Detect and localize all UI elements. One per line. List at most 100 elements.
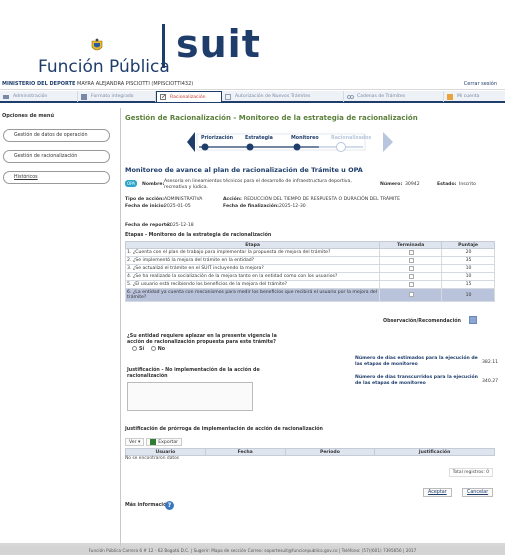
excel-icon <box>150 439 157 445</box>
etapa-cell: 3. ¿Se actualizó el trámite en el SUIT i… <box>124 264 381 273</box>
logo-text: Función Pública <box>38 57 170 77</box>
user-icon <box>447 93 453 100</box>
etapa-cell: 6. ¿La entidad ya cuenta con mecanismos … <box>124 288 381 302</box>
entity-info: MINISTERIO DEL DEPORTE MAYRA ALEJANDRA P… <box>2 81 193 87</box>
progress-steps: Priorización Estrategia Monitoreo Racion… <box>187 130 407 154</box>
prorroga-title: Justificación de prórroga de implementac… <box>125 427 323 432</box>
page: Función Pública suit MINISTERIO DEL DEPO… <box>0 0 505 555</box>
info-icon[interactable]: ? <box>165 501 174 510</box>
column-header: Terminada <box>379 241 443 249</box>
chain-icon <box>347 94 354 99</box>
column-header[interactable]: Justificación <box>374 448 495 456</box>
puntaje-cell: 20 <box>441 248 495 257</box>
suit-logo: suit <box>176 22 261 66</box>
tab-mi-cuenta[interactable]: Mi cuenta <box>444 91 505 102</box>
table-row-selected[interactable]: 6. ¿La entidad ya cuenta con mecanismos … <box>124 288 495 302</box>
ver-dropdown[interactable]: Ver ▾ <box>125 438 145 446</box>
column-header[interactable]: Periodo <box>284 448 376 456</box>
tab-administracion[interactable]: Administración <box>0 91 78 102</box>
terminada-checkbox[interactable] <box>408 265 414 271</box>
step-estrategia: Estrategia <box>245 136 273 141</box>
sidebar-item-datos-operacion[interactable]: Gestión de datos de operación <box>3 129 110 142</box>
puntaje-cell: 10 <box>441 272 495 281</box>
table-row[interactable]: 1. ¿Cuenta con el plan de trabajo para i… <box>124 248 495 257</box>
nombre-value: Asesoría en lineamientos técnicos para e… <box>164 179 352 190</box>
main-tabs: Administración Formato integrado Raciona… <box>0 91 505 103</box>
tab-label: Mi cuenta <box>457 94 480 99</box>
aceptar-button[interactable]: Aceptar <box>423 488 452 497</box>
fecha-reporte-label: Fecha de reporte: <box>125 223 172 228</box>
type-badge: OPA <box>125 180 137 187</box>
step-racionalizados: Racionalizados <box>331 136 372 141</box>
terminada-cell <box>379 256 443 265</box>
sidebar-item-racionalizacion[interactable]: Gestión de racionalización <box>3 150 110 163</box>
terminada-checkbox[interactable] <box>408 292 414 297</box>
column-header: Etapa <box>124 241 381 249</box>
edit-icon <box>160 94 166 100</box>
table-row[interactable]: 4. ¿Se ha realizado la socialización de … <box>124 272 495 281</box>
tab-label: Autorización de Nuevos Trámites <box>235 94 311 99</box>
doc-icon <box>225 93 231 100</box>
table-row[interactable]: 5. ¿El usuario está recibiendo los benef… <box>124 280 495 289</box>
etapa-cell: 4. ¿Se ha realizado la socialización de … <box>124 272 381 281</box>
terminada-checkbox[interactable] <box>408 249 414 255</box>
tab-formato-integrado[interactable]: Formato integrado <box>78 91 156 102</box>
step-priorizacion: Priorización <box>201 136 234 141</box>
grid-icon <box>81 93 87 100</box>
sidebar-title: Opciones de menú <box>2 113 55 119</box>
empty-message: No se encontraron datos <box>125 456 180 461</box>
accion-value: REDUCCIÓN DEL TIEMPO DE RESPUESTA O DURA… <box>244 197 401 202</box>
terminada-checkbox[interactable] <box>408 281 414 287</box>
puntaje-cell: 10 <box>441 288 495 302</box>
column-header: Puntaje <box>441 241 495 249</box>
fecha-fin-value: 2025-12-30 <box>279 204 306 209</box>
table-header-row: Etapa Terminada Puntaje <box>124 241 495 249</box>
terminada-cell <box>379 264 443 273</box>
terminada-cell <box>379 280 443 289</box>
justificacion-textarea[interactable] <box>127 382 253 411</box>
tipo-accion-label: Tipo de acción: <box>125 197 165 202</box>
no-radio[interactable] <box>150 346 156 351</box>
tab-autorizacion[interactable]: Autorización de Nuevos Trámites <box>222 91 344 102</box>
total-records: Total registros: 0 <box>448 468 493 477</box>
logout-link[interactable]: Cerrar sesión <box>464 81 497 87</box>
column-header[interactable]: Usuario <box>125 448 206 456</box>
si-radio[interactable] <box>132 346 137 351</box>
nombre-label: Nombre: <box>142 182 165 187</box>
aplazar-question: ¿Su entidad requiere aplazar en la prese… <box>127 334 277 353</box>
puntaje-cell: 35 <box>441 256 495 265</box>
funcion-publica-logo: Función Pública <box>38 38 170 78</box>
table-row[interactable]: 2. ¿Se implementó la mejora del trámite … <box>124 256 495 265</box>
numero-label: Número: <box>380 182 403 187</box>
tab-label: Administración <box>13 94 48 99</box>
exportar-label: Exportar <box>158 439 179 445</box>
page-title: Gestión de Racionalización - Monitoreo d… <box>125 114 418 122</box>
tipo-accion-value: ADMINISTRATIVA <box>164 197 203 202</box>
table-header-row: Usuario Fecha Periodo Justificación <box>125 448 495 456</box>
numero-value: 30942 <box>405 182 420 187</box>
tab-label: Racionalización <box>170 94 206 100</box>
tab-racionalizacion[interactable]: Racionalización <box>156 91 222 102</box>
etapas-table: Etapa Terminada Puntaje 1. ¿Cuenta con e… <box>124 241 495 302</box>
column-header[interactable]: Fecha <box>204 448 286 456</box>
table-row[interactable]: 3. ¿Se actualizó el trámite en el SUIT i… <box>124 264 495 273</box>
terminada-cell <box>379 248 443 257</box>
dias-transcurridos-value: 340.27 <box>482 379 499 384</box>
tab-cadenas[interactable]: Cadenas de Trámites <box>344 91 444 102</box>
estado-value: Inscrito <box>459 182 476 187</box>
observacion-label: Observación/Recomendación <box>383 319 461 324</box>
etapa-cell: 1. ¿Cuenta con el plan de trabajo para i… <box>124 248 381 257</box>
justificacion-label: Justificación - No implementación de la … <box>127 368 260 379</box>
fecha-inicio-value: 2025-01-05 <box>164 204 191 209</box>
exportar-button[interactable]: Exportar <box>146 438 183 446</box>
terminada-checkbox[interactable] <box>408 257 414 263</box>
section-title: Monitoreo de avance al plan de racionali… <box>125 166 363 174</box>
terminada-cell <box>379 288 443 302</box>
more-info-label: Más información <box>125 503 170 508</box>
terminada-checkbox[interactable] <box>408 273 414 279</box>
cancelar-button[interactable]: Cancelar <box>462 488 494 497</box>
puntaje-cell: 10 <box>441 264 495 273</box>
dias-estimados-value: 382.11 <box>482 360 499 365</box>
observacion-button[interactable] <box>469 316 477 324</box>
sidebar-item-historicos[interactable]: Históricos <box>3 171 110 184</box>
